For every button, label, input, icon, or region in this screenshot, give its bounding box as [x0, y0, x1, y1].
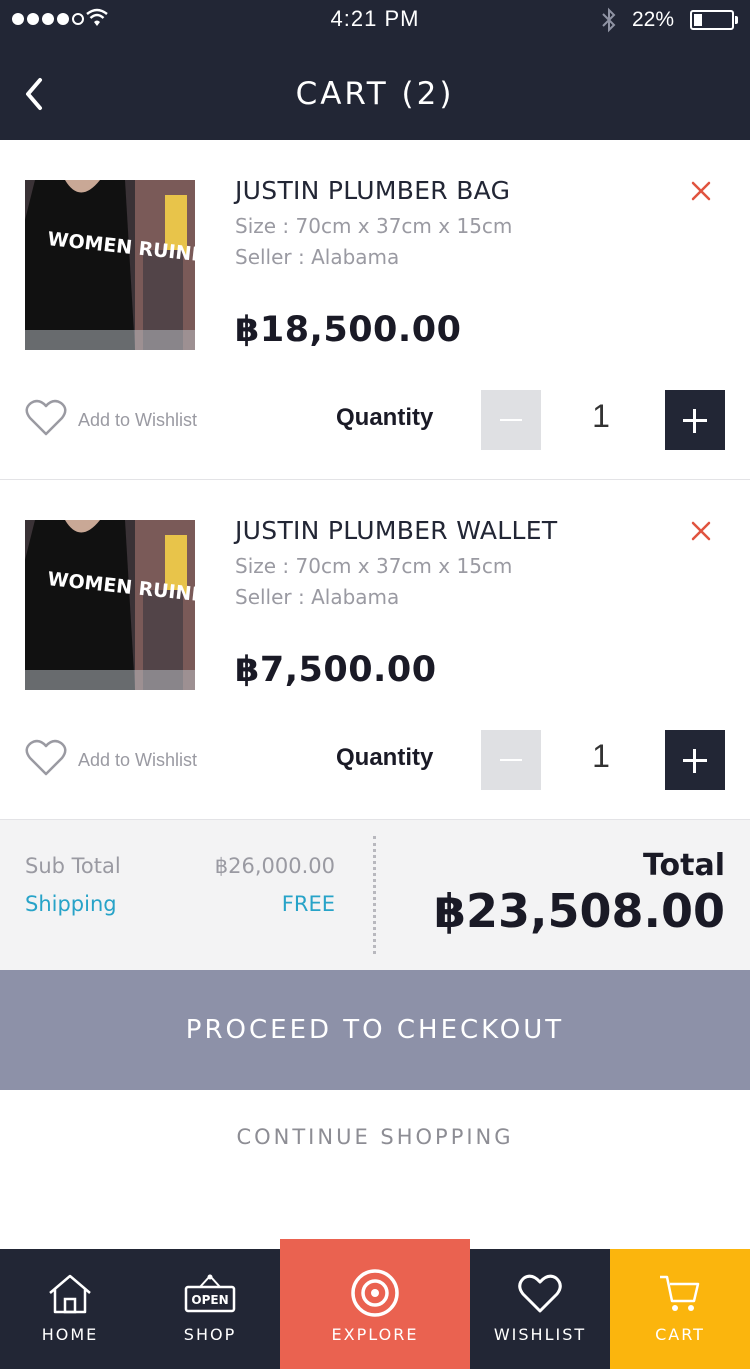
shipping-label: Shipping	[25, 892, 117, 916]
app-header: 4:21 PM 22% CART (2)	[0, 0, 750, 140]
tab-wishlist-label: WISHLIST	[493, 1325, 587, 1344]
cart-item: WOMEN RUINED MY LIFE JUSTIN PLUMBER BAG …	[0, 140, 750, 480]
heart-icon	[518, 1274, 562, 1313]
product-price: ฿18,500.00	[235, 310, 462, 350]
add-to-wishlist-link[interactable]: Add to Wishlist	[78, 410, 197, 431]
product-seller: Seller : Alabama	[235, 585, 400, 609]
heart-icon[interactable]	[25, 738, 67, 778]
product-price: ฿7,500.00	[235, 650, 437, 690]
product-seller: Seller : Alabama	[235, 245, 400, 269]
shipping-row: Shipping FREE	[25, 892, 335, 916]
heart-icon[interactable]	[25, 398, 67, 438]
quantity-value: 1	[592, 398, 610, 434]
add-to-wishlist-link[interactable]: Add to Wishlist	[78, 750, 197, 771]
quantity-label: Quantity	[336, 744, 434, 771]
total-value: ฿23,508.00	[433, 884, 725, 938]
decrease-quantity-button[interactable]	[481, 730, 541, 790]
shipping-value: FREE	[281, 892, 335, 916]
tab-explore-label: EXPLORE	[331, 1325, 419, 1344]
total-label: Total	[643, 848, 725, 883]
remove-item-button[interactable]	[688, 518, 714, 544]
tab-shop[interactable]: OPEN SHOP	[140, 1249, 280, 1369]
product-image[interactable]: WOMEN RUINED MY LIFE	[25, 520, 195, 690]
tab-cart[interactable]: CART	[610, 1249, 750, 1369]
quantity-value: 1	[592, 738, 610, 774]
order-summary: Sub Total ฿26,000.00 Shipping FREE Total…	[0, 820, 750, 970]
decrease-quantity-button[interactable]	[481, 390, 541, 450]
increase-quantity-button[interactable]	[665, 390, 725, 450]
product-image[interactable]: WOMEN RUINED MY LIFE	[25, 180, 195, 350]
shop-sign-text: OPEN	[191, 1293, 228, 1307]
summary-divider	[373, 836, 376, 954]
bluetooth-icon	[602, 7, 616, 33]
tab-home-label: HOME	[41, 1325, 99, 1344]
battery-level	[694, 14, 702, 26]
product-size: Size : 70cm x 37cm x 15cm	[235, 554, 513, 578]
cart-item: WOMEN RUINED MY LIFE JUSTIN PLUMBER WALL…	[0, 480, 750, 820]
target-icon	[351, 1269, 399, 1317]
product-name[interactable]: JUSTIN PLUMBER BAG	[235, 176, 510, 205]
home-icon	[49, 1274, 91, 1314]
product-size: Size : 70cm x 37cm x 15cm	[235, 214, 513, 238]
increase-quantity-button[interactable]	[665, 730, 725, 790]
status-bar: 4:21 PM 22%	[0, 0, 750, 40]
tab-shop-label: SHOP	[183, 1325, 237, 1344]
tab-wishlist[interactable]: WISHLIST	[470, 1249, 610, 1369]
cart-icon	[660, 1275, 700, 1311]
tab-cart-label: CART	[655, 1325, 705, 1344]
tab-explore[interactable]: EXPLORE	[280, 1239, 470, 1369]
page-title: CART (2)	[295, 76, 455, 112]
product-name[interactable]: JUSTIN PLUMBER WALLET	[235, 516, 557, 545]
quantity-label: Quantity	[336, 404, 434, 431]
shop-sign-icon: OPEN	[184, 1274, 236, 1313]
bottom-tab-bar: HOME OPEN SHOP EXPLORE WISHLIST CART	[0, 1239, 750, 1369]
subtotal-label: Sub Total	[25, 854, 121, 878]
continue-shopping-link[interactable]: CONTINUE SHOPPING	[0, 1125, 750, 1169]
subtotal-value: ฿26,000.00	[214, 854, 335, 878]
battery-icon	[690, 10, 734, 30]
battery-percent: 22%	[632, 8, 675, 31]
tab-home[interactable]: HOME	[0, 1249, 140, 1369]
subtotal-row: Sub Total ฿26,000.00	[25, 854, 335, 878]
proceed-to-checkout-button[interactable]: PROCEED TO CHECKOUT	[0, 970, 750, 1090]
remove-item-button[interactable]	[688, 178, 714, 204]
